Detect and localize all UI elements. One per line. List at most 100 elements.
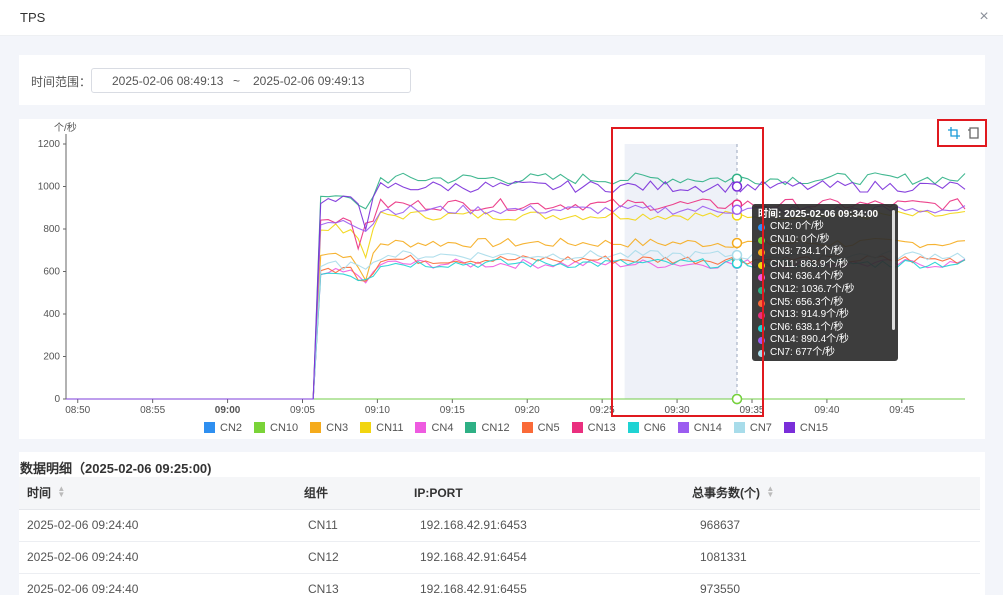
legend-swatch: [521, 422, 533, 433]
zoom-restore-icon[interactable]: [967, 126, 981, 140]
time-range-picker[interactable]: 2025-02-06 08:49:13 ~ 2025-02-06 09:49:1…: [91, 68, 411, 93]
col-component-header: 组件: [304, 477, 414, 510]
x-tick-label: 09:30: [665, 405, 690, 416]
tooltip-dot: [758, 249, 765, 257]
legend-item-cn14[interactable]: CN14: [677, 422, 722, 434]
legend-swatch: [360, 422, 372, 433]
tooltip-scrollbar[interactable]: [892, 210, 895, 330]
legend-label: CN6: [643, 422, 666, 434]
legend-item-cn4[interactable]: CN4: [415, 422, 453, 434]
tooltip-label: CN2: 0个/秒: [770, 221, 824, 232]
x-tick-label: 08:55: [140, 405, 165, 416]
time-range-end[interactable]: 2025-02-06 09:49:13: [253, 74, 364, 88]
table-row[interactable]: 2025-02-06 09:24:40 CN12 192.168.42.91:6…: [19, 541, 980, 574]
col-ipport-label: IP:PORT: [414, 485, 463, 500]
cell-ipport: 192.168.42.91:6455: [414, 573, 692, 595]
tooltip-label: CN3: 734.1个/秒: [770, 246, 844, 258]
hover-marker-cn10: [731, 393, 743, 405]
dialog-body: 时间范围： 2025-02-06 08:49:13 ~ 2025-02-06 0…: [0, 36, 1003, 595]
tooltip-row: CN2: 0个/秒: [758, 221, 892, 234]
legend-swatch: [465, 422, 477, 433]
legend-swatch: [310, 422, 322, 433]
x-tick-label: 09:45: [889, 405, 914, 416]
legend-item-cn3[interactable]: CN3: [310, 422, 348, 434]
cell-total-tx: 973550: [692, 573, 980, 595]
col-time-header[interactable]: 时间 ▲ ▼: [19, 477, 304, 510]
tooltip-time: 时间: 2025-02-06 09:34:00: [758, 209, 879, 220]
tooltip-dot: [758, 224, 765, 231]
legend-item-cn12[interactable]: CN12: [465, 422, 510, 434]
sort-icon[interactable]: ▲ ▼: [57, 485, 65, 499]
sort-icon[interactable]: ▲ ▼: [766, 485, 774, 499]
cell-component: CN12: [304, 541, 414, 574]
x-tick-label: 08:50: [65, 405, 90, 416]
legend-swatch: [783, 422, 795, 433]
legend-label: CN5: [537, 422, 560, 434]
tooltip-label: CN12: 1036.7个/秒: [770, 283, 855, 295]
y-tick-label: 1000: [38, 182, 61, 193]
tooltip-label: CN6: 638.1个/秒: [770, 321, 844, 333]
tooltip-dot: [758, 312, 765, 320]
legend-label: CN12: [481, 422, 510, 434]
cell-ipport: 192.168.42.91:6454: [414, 541, 692, 574]
tooltip-dot: [758, 337, 765, 345]
legend-item-cn7[interactable]: CN7: [733, 422, 772, 434]
legend-item-cn10[interactable]: CN10: [254, 422, 298, 434]
legend-item-cn15[interactable]: CN15: [783, 422, 828, 434]
table-row[interactable]: 2025-02-06 09:24:40 CN11 192.168.42.91:6…: [19, 509, 980, 542]
chart-legend: CN2 CN10 CN3 CN11 CN4 CN12 CN5 CN13 CN6 CN14 CN7 CN…: [204, 420, 840, 434]
legend-label: CN13: [587, 422, 616, 434]
col-total-tx-label: 总事务数(个): [692, 486, 760, 501]
x-tick-label: 09:10: [365, 405, 390, 416]
legend-swatch: [415, 422, 427, 433]
legend-swatch: [571, 422, 583, 433]
tooltip-label: CN14: 890.4个/秒: [770, 334, 849, 346]
legend-item-cn11[interactable]: CN11: [360, 422, 403, 434]
cell-time: 2025-02-06 09:24:40: [19, 509, 304, 542]
col-time-label: 时间: [27, 486, 52, 501]
col-total-tx-header[interactable]: 总事务数(个) ▲ ▼: [692, 477, 980, 510]
hover-marker-cn14: [731, 204, 743, 216]
legend-swatch: [733, 422, 745, 433]
tooltip-dot: [758, 349, 765, 357]
x-tick-label: 09:25: [590, 405, 615, 416]
tooltip-row: CN7: 677个/秒: [758, 347, 892, 360]
legend-label: CN4: [431, 422, 454, 434]
tooltip-label: CN5: 656.3个/秒: [770, 296, 844, 308]
legend-item-cn13[interactable]: CN13: [571, 422, 616, 434]
cell-ipport: 192.168.42.91:6453: [414, 509, 692, 542]
cell-time: 2025-02-06 09:24:40: [19, 541, 304, 574]
tooltip-row: CN11: 863.9个/秒: [758, 259, 892, 272]
legend-item-cn6[interactable]: CN6: [627, 422, 666, 434]
tooltip-row: CN4: 636.4个/秒: [758, 271, 892, 284]
legend-item-cn5[interactable]: CN5: [521, 422, 560, 434]
tooltip-dot: [758, 299, 765, 307]
legend-item-cn2[interactable]: CN2: [204, 422, 242, 434]
tooltip-label: CN4: 636.4个/秒: [770, 271, 844, 283]
x-tick-label: 09:00: [215, 405, 241, 416]
time-range-separator: ~: [233, 74, 241, 88]
tooltip-row: CN6: 638.1个/秒: [758, 322, 892, 335]
time-filter-card: 时间范围： 2025-02-06 08:49:13 ~ 2025-02-06 0…: [19, 55, 985, 105]
table-row[interactable]: 2025-02-06 09:24:40 CN13 192.168.42.91:6…: [19, 573, 980, 595]
cell-total-tx: 1081331: [692, 541, 980, 574]
tooltip-label: CN10: 0个/秒: [770, 233, 830, 245]
y-tick-label: 400: [43, 309, 60, 320]
x-tick-label: 09:35: [739, 405, 764, 416]
y-tick-label: 0: [54, 394, 60, 405]
hover-marker-cn15: [731, 181, 743, 192]
dialog-title: TPS: [20, 10, 46, 25]
tooltip-dot: [758, 324, 765, 332]
legend-label: CN7: [749, 422, 772, 434]
tooltip-row: CN12: 1036.7个/秒: [758, 284, 892, 297]
close-icon[interactable]: ×: [975, 8, 993, 26]
cell-time: 2025-02-06 09:24:40: [19, 573, 304, 595]
hover-marker-cn3: [731, 237, 743, 249]
area-zoom-icon[interactable]: [947, 126, 961, 140]
time-range-start[interactable]: 2025-02-06 08:49:13: [112, 74, 223, 88]
tooltip-dot: [758, 274, 765, 282]
y-tick-label: 800: [43, 224, 60, 235]
legend-label: CN14: [693, 422, 722, 434]
tooltip-row: CN5: 656.3个/秒: [758, 297, 892, 310]
tooltip-label: CN7: 677个/秒: [770, 346, 836, 358]
